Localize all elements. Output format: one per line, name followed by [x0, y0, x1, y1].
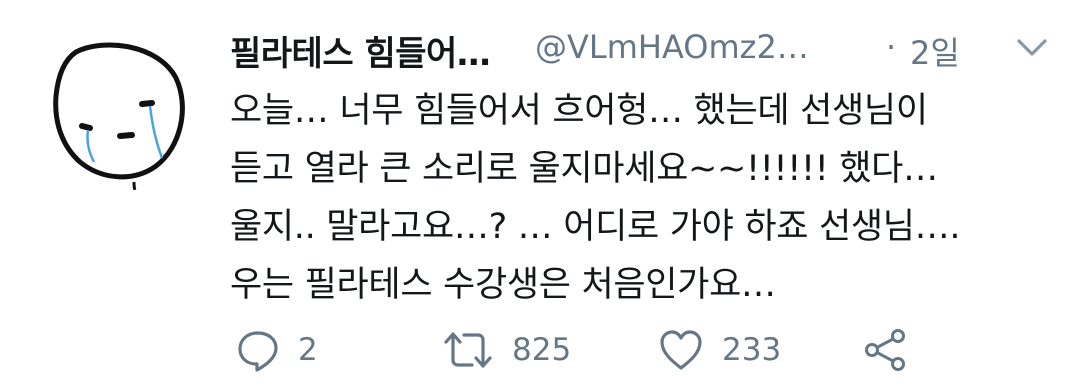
like-count: 233 — [722, 332, 782, 368]
reply-bubble-icon — [238, 331, 278, 372]
tweet-text: 오늘… 너무 힘들어서 흐어헝… 했는데 선생님이 듣고 열라 큰 소리로 울지… — [230, 82, 1050, 314]
chevron-down-icon[interactable] — [1015, 36, 1049, 60]
like-button[interactable]: 233 — [658, 322, 781, 378]
tweet-text-line: 듣고 열라 큰 소리로 울지마세요~~!!!!!! 했다… — [230, 149, 938, 189]
heart-icon — [660, 330, 702, 370]
retweet-count: 825 — [512, 332, 572, 368]
retweet-button[interactable]: 825 — [442, 322, 571, 378]
tweet-actions: 2 825 233 — [230, 322, 930, 378]
author-display-name[interactable]: 필라테스 힘들어… — [230, 26, 491, 75]
crying-face-doodle-icon — [53, 42, 185, 191]
tweet-header: 필라테스 힘들어… @VLmHAOmz2… · 2일 — [230, 22, 1060, 78]
retweet-icon — [444, 332, 492, 368]
tweet-timestamp[interactable]: 2일 — [910, 28, 960, 74]
tweet[interactable]: 필라테스 힘들어… @VLmHAOmz2… · 2일 오늘… 너무 힘들어서 흐… — [0, 0, 1080, 386]
tweet-text-line: 오늘… 너무 힘들어서 흐어헝… 했는데 선생님이 — [230, 91, 928, 131]
reply-count: 2 — [298, 332, 318, 368]
meta-separator: · — [886, 28, 897, 66]
author-handle[interactable]: @VLmHAOmz2… — [535, 28, 809, 66]
share-button[interactable] — [862, 322, 908, 378]
tweet-text-line: 우는 필라테스 수강생은 처음인가요… — [230, 265, 776, 305]
avatar[interactable] — [48, 38, 194, 191]
reply-button[interactable]: 2 — [236, 322, 318, 378]
share-icon — [865, 329, 905, 371]
tweet-text-line: 울지.. 말라고요…? … 어디로 가야 하죠 선생님…. — [230, 207, 961, 247]
